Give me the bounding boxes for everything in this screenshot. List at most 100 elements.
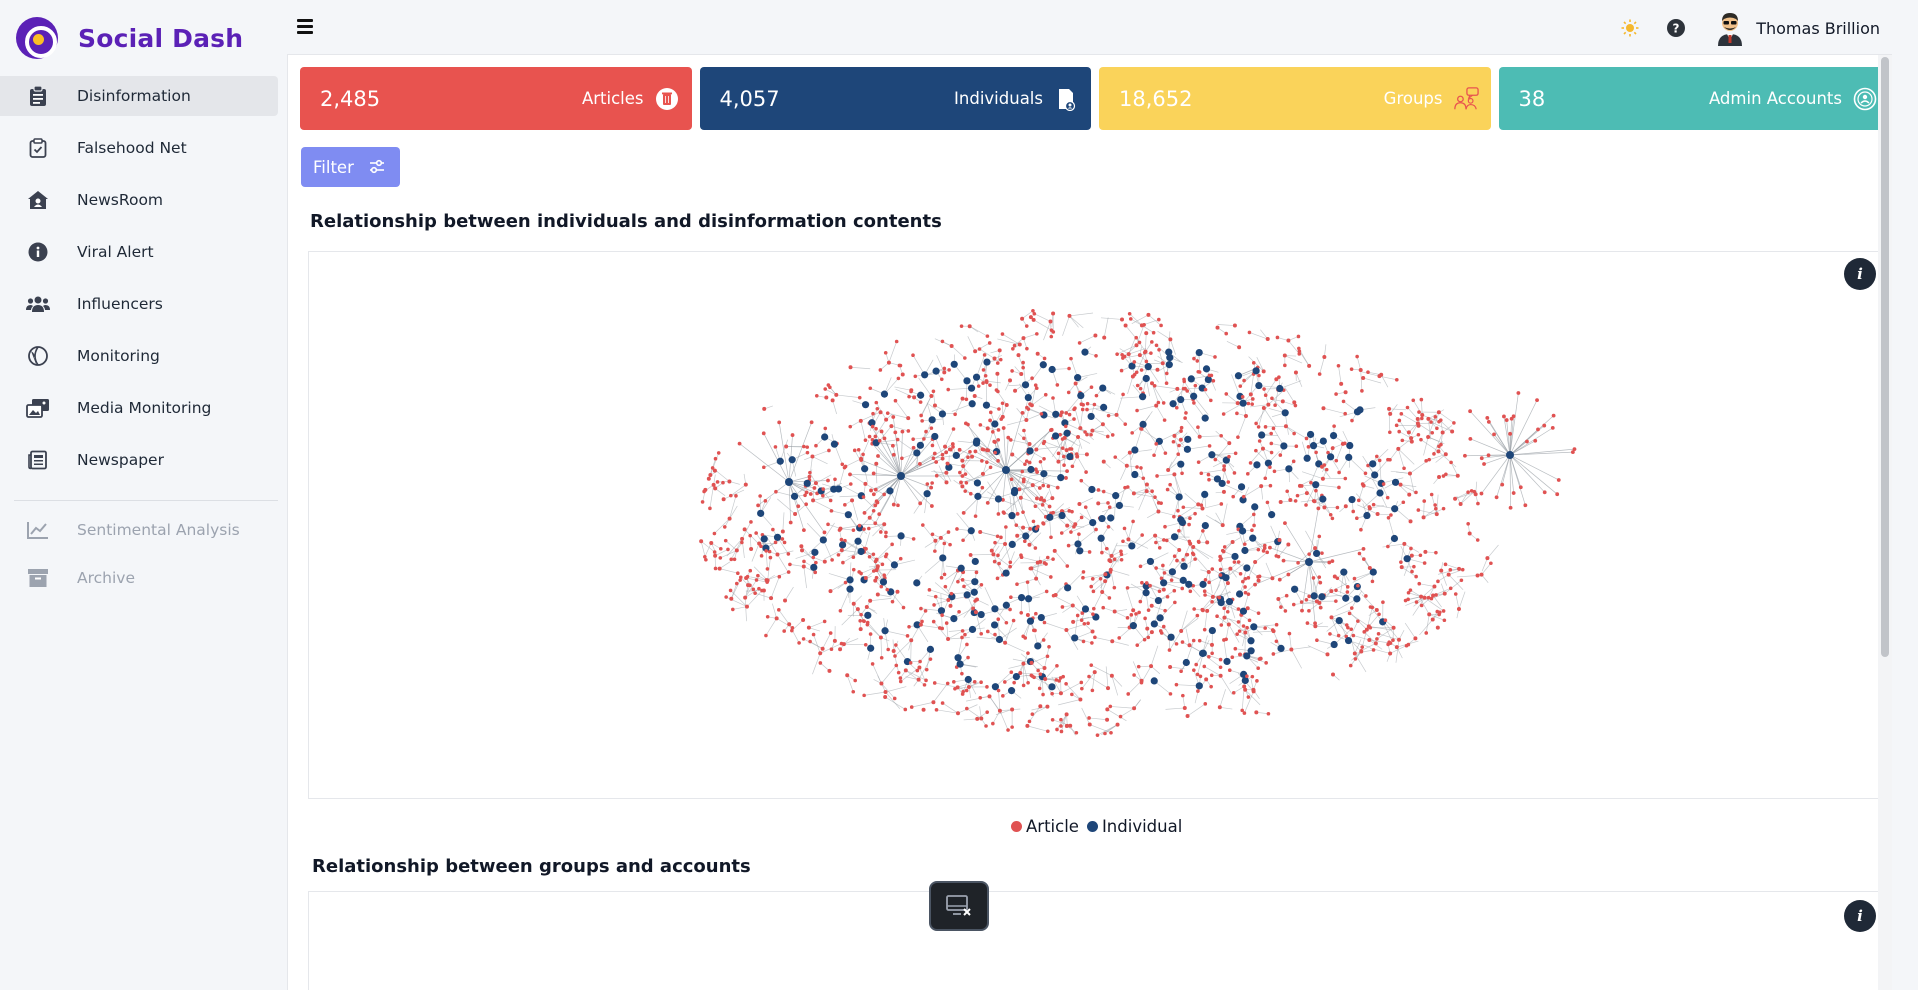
article-node[interactable] <box>771 527 775 532</box>
individual-node[interactable] <box>1247 637 1255 645</box>
article-node[interactable] <box>988 383 992 387</box>
article-node[interactable] <box>1081 575 1085 580</box>
article-node[interactable] <box>1156 400 1161 405</box>
article-node[interactable] <box>1207 654 1211 659</box>
article-node[interactable] <box>1179 429 1183 433</box>
article-node[interactable] <box>1169 578 1174 582</box>
article-node[interactable] <box>1107 558 1112 563</box>
individual-node[interactable] <box>819 536 827 544</box>
article-node[interactable] <box>1036 524 1040 529</box>
article-node[interactable] <box>1001 426 1006 430</box>
article-node[interactable] <box>949 591 954 596</box>
individual-node[interactable] <box>1201 414 1209 422</box>
article-node[interactable] <box>851 555 856 560</box>
article-node[interactable] <box>1196 370 1201 374</box>
article-node[interactable] <box>1283 521 1287 525</box>
article-node[interactable] <box>838 608 843 613</box>
article-node[interactable] <box>1162 571 1167 575</box>
article-node[interactable] <box>934 708 939 712</box>
article-node[interactable] <box>706 476 711 481</box>
info-icon[interactable]: i <box>1844 900 1876 932</box>
article-node[interactable] <box>827 668 832 673</box>
article-node[interactable] <box>894 663 899 668</box>
article-node[interactable] <box>873 578 878 583</box>
individual-node[interactable] <box>776 457 784 465</box>
individual-node[interactable] <box>1319 495 1327 503</box>
article-node[interactable] <box>1064 681 1068 686</box>
article-node[interactable] <box>811 555 816 560</box>
article-node[interactable] <box>1423 549 1428 554</box>
article-node[interactable] <box>863 438 868 442</box>
article-node[interactable] <box>1060 605 1065 609</box>
article-node[interactable] <box>834 392 839 397</box>
individual-node[interactable] <box>1330 640 1338 649</box>
article-node[interactable] <box>1066 390 1071 395</box>
article-node[interactable] <box>1026 651 1030 655</box>
article-node[interactable] <box>1042 561 1047 565</box>
article-node[interactable] <box>1098 577 1103 581</box>
individual-node[interactable] <box>760 535 768 543</box>
article-node[interactable] <box>1277 577 1282 582</box>
article-node[interactable] <box>991 552 996 557</box>
individual-node[interactable] <box>1264 459 1272 467</box>
individual-node[interactable] <box>1208 626 1216 635</box>
article-node[interactable] <box>851 567 856 572</box>
article-node[interactable] <box>896 376 901 381</box>
article-node[interactable] <box>1024 417 1029 422</box>
article-node[interactable] <box>1398 482 1403 487</box>
article-node[interactable] <box>1046 484 1051 488</box>
article-node[interactable] <box>898 679 903 684</box>
article-node[interactable] <box>1210 567 1215 571</box>
article-node[interactable] <box>1316 506 1321 511</box>
individual-node[interactable] <box>1199 580 1207 588</box>
article-node[interactable] <box>999 417 1004 421</box>
article-node[interactable] <box>1385 495 1390 500</box>
individual-node[interactable] <box>1345 453 1353 461</box>
article-node[interactable] <box>1149 630 1154 635</box>
individual-node[interactable] <box>973 479 982 487</box>
article-node[interactable] <box>1104 546 1109 551</box>
article-node[interactable] <box>964 397 969 402</box>
article-node[interactable] <box>942 541 947 546</box>
individual-node[interactable] <box>1098 514 1106 523</box>
article-node[interactable] <box>891 502 896 507</box>
article-node[interactable] <box>1025 613 1030 618</box>
article-node[interactable] <box>1094 527 1098 532</box>
article-node[interactable] <box>1272 469 1277 474</box>
article-node[interactable] <box>871 552 876 557</box>
article-node[interactable] <box>1466 521 1470 526</box>
article-node[interactable] <box>1039 412 1044 416</box>
article-node[interactable] <box>1236 560 1241 564</box>
article-node[interactable] <box>1434 512 1439 517</box>
article-node[interactable] <box>1366 370 1370 374</box>
article-node[interactable] <box>758 494 762 498</box>
article-node[interactable] <box>1243 413 1248 418</box>
article-node[interactable] <box>1271 629 1276 634</box>
article-node[interactable] <box>980 485 985 490</box>
article-node[interactable] <box>1281 558 1286 563</box>
article-node[interactable] <box>960 692 965 696</box>
article-node[interactable] <box>851 528 856 532</box>
article-node[interactable] <box>966 422 970 427</box>
article-node[interactable] <box>1245 625 1249 630</box>
article-node[interactable] <box>871 492 876 497</box>
individual-node[interactable] <box>952 451 960 460</box>
sidebar-item-newspaper[interactable]: Newspaper <box>0 440 285 480</box>
article-node[interactable] <box>1028 566 1033 571</box>
article-node[interactable] <box>930 443 935 448</box>
article-node[interactable] <box>1419 437 1423 442</box>
article-node[interactable] <box>1485 556 1490 561</box>
article-node[interactable] <box>1394 377 1399 382</box>
article-node[interactable] <box>946 598 951 603</box>
article-node[interactable] <box>1309 480 1313 485</box>
article-node[interactable] <box>1049 535 1053 540</box>
article-node[interactable] <box>1361 483 1366 488</box>
article-node[interactable] <box>1174 405 1179 410</box>
article-node[interactable] <box>1322 354 1327 359</box>
article-node[interactable] <box>1070 464 1075 469</box>
article-node[interactable] <box>1396 637 1401 642</box>
individual-node[interactable] <box>1021 381 1030 389</box>
article-node[interactable] <box>1164 538 1169 543</box>
article-node[interactable] <box>1029 403 1034 408</box>
article-node[interactable] <box>1432 584 1437 589</box>
